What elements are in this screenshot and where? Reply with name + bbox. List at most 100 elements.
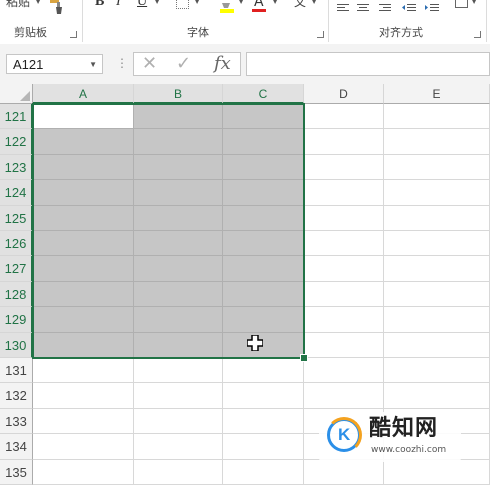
decrease-indent-icon[interactable] [402, 0, 416, 11]
cell-d131[interactable] [304, 358, 384, 384]
column-header-e[interactable]: E [384, 84, 490, 104]
cell-b125[interactable] [134, 205, 223, 231]
cell-a124[interactable] [33, 180, 134, 206]
name-box-dropdown-icon[interactable]: ▼ [89, 55, 97, 75]
cell-a127[interactable] [33, 256, 134, 282]
cell-b124[interactable] [134, 180, 223, 206]
cell-a123[interactable] [33, 154, 134, 181]
increase-indent-icon[interactable] [425, 0, 439, 11]
cell-b132[interactable] [134, 383, 223, 409]
select-all-button[interactable] [0, 84, 33, 104]
cell-a131[interactable] [33, 358, 134, 384]
merge-icon[interactable] [455, 0, 468, 8]
cell-c127[interactable] [223, 256, 304, 282]
font-launcher-icon[interactable] [317, 31, 324, 38]
fill-handle[interactable] [300, 354, 308, 362]
cell-e130[interactable] [384, 332, 490, 358]
align-left-icon[interactable] [337, 0, 349, 11]
cell-e128[interactable] [384, 281, 490, 308]
border-icon[interactable] [176, 0, 189, 9]
formula-input[interactable] [246, 52, 490, 76]
font-color-dropdown-icon[interactable]: ▼ [272, 0, 278, 5]
cell-a132[interactable] [33, 383, 134, 409]
cell-b126[interactable] [134, 231, 223, 257]
cell-c133[interactable] [223, 408, 304, 435]
cell-e123[interactable] [384, 154, 490, 181]
cell-c124[interactable] [223, 180, 304, 206]
cell-d122[interactable] [304, 129, 384, 155]
cell-d125[interactable] [304, 205, 384, 231]
clipboard-launcher-icon[interactable] [70, 31, 77, 38]
row-header-123[interactable]: 123 [0, 154, 33, 181]
cell-d129[interactable] [304, 307, 384, 333]
cell-e121[interactable] [384, 104, 490, 130]
cell-d135[interactable] [304, 459, 384, 485]
name-box[interactable]: A121 ▼ [6, 54, 103, 74]
cell-c121[interactable] [223, 104, 304, 130]
cell-c135[interactable] [223, 459, 304, 485]
formula-bar-grip-icon[interactable]: ⋮ [116, 56, 128, 70]
row-header-135[interactable]: 135 [0, 459, 33, 485]
cell-e135[interactable] [384, 459, 490, 485]
cell-b129[interactable] [134, 307, 223, 333]
column-header-b[interactable]: B [134, 84, 223, 104]
cell-b121[interactable] [134, 104, 223, 130]
cell-b128[interactable] [134, 281, 223, 308]
cell-a129[interactable] [33, 307, 134, 333]
cell-a133[interactable] [33, 408, 134, 435]
phonetic-button[interactable]: 文 [294, 0, 306, 9]
cancel-icon[interactable]: ✕ [142, 54, 157, 74]
cell-a128[interactable] [33, 281, 134, 308]
row-header-134[interactable]: 134 [0, 434, 33, 460]
row-header-128[interactable]: 128 [0, 281, 33, 308]
cell-d124[interactable] [304, 180, 384, 206]
row-header-130[interactable]: 130 [0, 332, 33, 358]
cell-e122[interactable] [384, 129, 490, 155]
column-header-c[interactable]: C [223, 84, 304, 104]
border-dropdown-icon[interactable]: ▼ [194, 0, 200, 5]
row-header-127[interactable]: 127 [0, 256, 33, 282]
row-header-133[interactable]: 133 [0, 408, 33, 435]
underline-button[interactable]: U [137, 0, 147, 10]
cell-e127[interactable] [384, 256, 490, 282]
underline-dropdown-icon[interactable]: ▼ [154, 0, 160, 5]
cell-c122[interactable] [223, 129, 304, 155]
insert-function-button[interactable]: fx [214, 53, 231, 75]
cell-c126[interactable] [223, 231, 304, 257]
row-header-124[interactable]: 124 [0, 180, 33, 206]
paste-dropdown-icon[interactable]: ▼ [35, 0, 41, 5]
cell-a134[interactable] [33, 434, 134, 460]
cell-a135[interactable] [33, 459, 134, 485]
cell-b134[interactable] [134, 434, 223, 460]
cell-d123[interactable] [304, 154, 384, 181]
cell-d126[interactable] [304, 231, 384, 257]
cell-a122[interactable] [33, 129, 134, 155]
cell-b122[interactable] [134, 129, 223, 155]
cell-b135[interactable] [134, 459, 223, 485]
cell-a130[interactable] [33, 332, 134, 358]
cell-c125[interactable] [223, 205, 304, 231]
cell-a121[interactable] [33, 104, 134, 130]
fill-color-dropdown-icon[interactable]: ▼ [238, 0, 244, 5]
cell-d121[interactable] [304, 104, 384, 130]
cell-b130[interactable] [134, 332, 223, 358]
cell-c128[interactable] [223, 281, 304, 308]
cell-e132[interactable] [384, 383, 490, 409]
merge-dropdown-icon[interactable]: ▼ [471, 0, 477, 5]
bold-button[interactable]: B [95, 0, 104, 10]
fill-color-icon[interactable] [220, 0, 234, 13]
cell-e124[interactable] [384, 180, 490, 206]
cell-b127[interactable] [134, 256, 223, 282]
cell-d130[interactable] [304, 332, 384, 358]
cell-c129[interactable] [223, 307, 304, 333]
column-header-d[interactable]: D [304, 84, 384, 104]
column-header-a[interactable]: A [33, 84, 134, 104]
cell-c131[interactable] [223, 358, 304, 384]
cell-a126[interactable] [33, 231, 134, 257]
cell-c132[interactable] [223, 383, 304, 409]
format-painter-icon[interactable] [48, 0, 66, 14]
cell-e126[interactable] [384, 231, 490, 257]
row-header-132[interactable]: 132 [0, 383, 33, 409]
enter-icon[interactable]: ✓ [176, 54, 191, 74]
phonetic-dropdown-icon[interactable]: ▼ [311, 0, 317, 5]
